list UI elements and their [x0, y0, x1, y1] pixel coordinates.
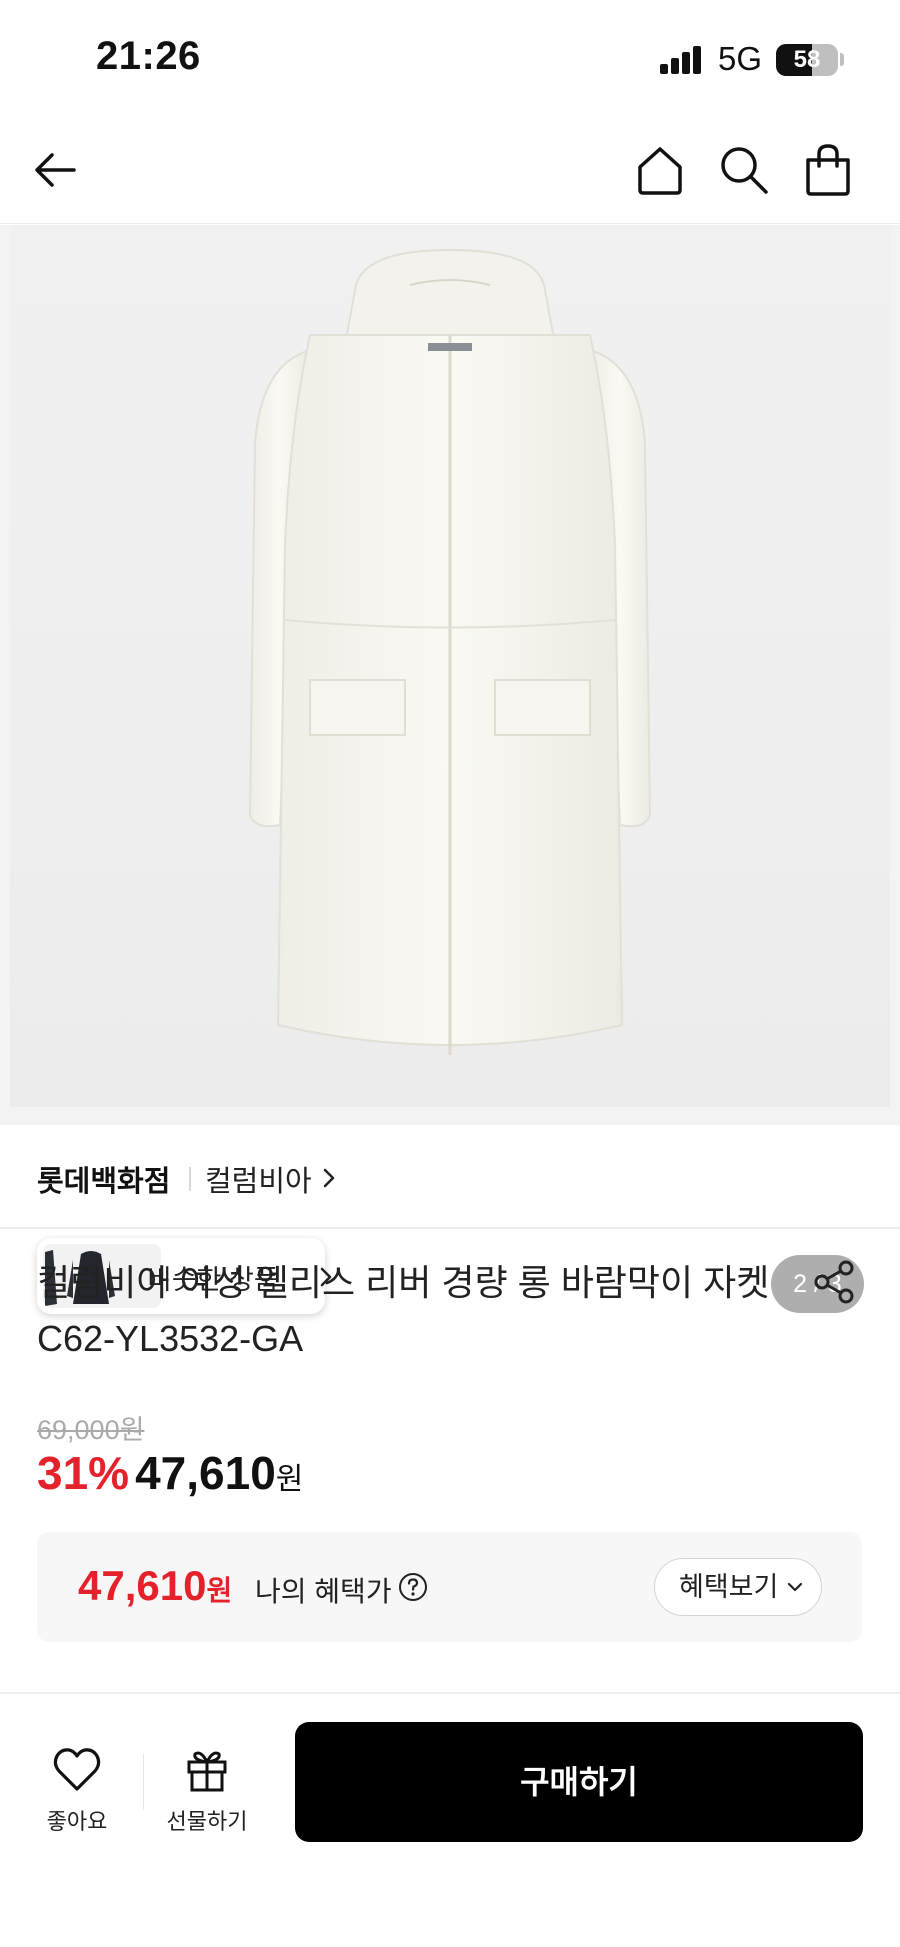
view-benefits-label: 혜택보기: [679, 1572, 779, 1602]
sale-price-row: 31% 47,610원: [37, 1446, 303, 1506]
product-title-line2: C62-YL3532-GA: [37, 1318, 304, 1359]
chevron-right-icon: [323, 1168, 335, 1188]
sale-price: 47,610: [135, 1447, 276, 1499]
brand-row: 롯데백화점 컬럼비아: [0, 1125, 900, 1229]
benefit-label: 나의 혜택가: [255, 1576, 392, 1607]
network-type: 5G: [718, 40, 763, 77]
product-image-gallery[interactable]: 비슷한 상품 2 / 3: [0, 225, 900, 1314]
share-icon[interactable]: [810, 1258, 858, 1306]
status-time: 21:26: [96, 34, 201, 78]
like-button[interactable]: 좋아요: [22, 1742, 132, 1836]
home-icon[interactable]: [630, 140, 690, 200]
brand-link[interactable]: 컬럼비아: [205, 1158, 312, 1200]
benefit-price-amount: 47,610: [78, 1562, 207, 1609]
battery-level: 58: [793, 46, 821, 73]
question-circle-icon[interactable]: [397, 1571, 429, 1603]
original-price: 69,000원: [37, 1415, 145, 1445]
bottom-action-bar: 좋아요 선물하기 구매하기: [0, 1694, 900, 1947]
discount-rate: 31%: [37, 1447, 130, 1499]
shopping-bag-icon[interactable]: [798, 140, 858, 200]
sale-price-unit: 원: [275, 1463, 304, 1496]
view-benefits-button[interactable]: 혜택보기: [654, 1558, 822, 1616]
back-arrow-icon[interactable]: [26, 140, 86, 200]
product-title-line1: 컬럼비아 여성 엘리스 리버 경량 롱 바람막이 자켓: [37, 1262, 770, 1303]
product-image: [10, 225, 890, 1107]
product-title: 컬럼비아 여성 엘리스 리버 경량 롱 바람막이 자켓 C62-YL3532-G…: [37, 1255, 797, 1367]
buy-button[interactable]: 구매하기: [295, 1722, 863, 1842]
signal-icon: [660, 46, 702, 74]
chevron-down-icon: [787, 1582, 803, 1592]
battery-icon: 58: [776, 44, 838, 76]
gift-label: 선물하기: [166, 1809, 248, 1834]
search-icon[interactable]: [714, 140, 774, 200]
benefit-price-unit: 원: [206, 1575, 233, 1606]
heart-icon: [53, 1748, 101, 1791]
store-name[interactable]: 롯데백화점: [37, 1158, 170, 1200]
product-detail-page: 21:26 5G 58 비슷한 상품 2 / 3 롯데백화점 컬럼비아 컬럼비아…: [0, 0, 900, 1947]
benefit-price: 47,610원: [78, 1562, 232, 1610]
gift-icon: [187, 1751, 227, 1792]
gift-button[interactable]: 선물하기: [152, 1742, 262, 1836]
benefit-price-box: 47,610원 나의 혜택가 혜택보기: [37, 1532, 862, 1642]
like-label: 좋아요: [46, 1809, 108, 1834]
brand-divider: [189, 1167, 191, 1191]
bottom-bar-divider: [143, 1754, 144, 1810]
app-header: [0, 118, 900, 224]
battery-tip: [840, 53, 844, 66]
status-bar: 21:26 5G 58: [0, 0, 900, 118]
